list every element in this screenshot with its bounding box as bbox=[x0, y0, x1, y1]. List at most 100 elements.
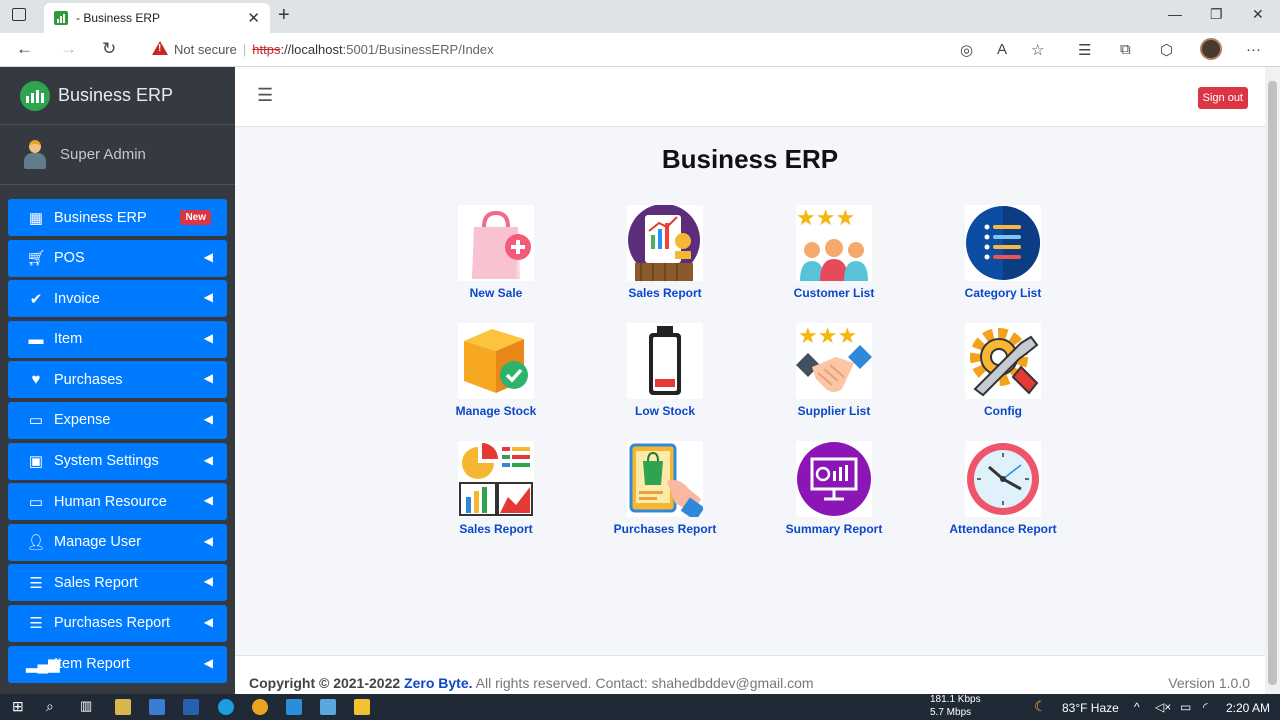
weather-text[interactable]: 83°F Haze bbox=[1062, 701, 1119, 715]
back-icon[interactable]: ← bbox=[16, 39, 33, 59]
sidebar-item-invoice[interactable]: ✔ Invoice ◀ bbox=[8, 280, 227, 318]
sidebar-item-label: System Settings bbox=[54, 453, 159, 470]
app-icon[interactable] bbox=[149, 699, 165, 715]
brand-link[interactable]: Business ERP bbox=[0, 67, 235, 125]
page-scrollbar[interactable] bbox=[1265, 67, 1280, 694]
forward-icon[interactable]: → bbox=[60, 39, 77, 59]
item-icon: ▬ bbox=[28, 330, 44, 348]
sidebar-item-label: Item bbox=[54, 331, 83, 348]
tile-customer-list[interactable]: ★★★ Customer List bbox=[759, 205, 909, 300]
tile-low-stock[interactable]: Low Stock bbox=[590, 323, 740, 418]
wifi-icon[interactable]: ◜ bbox=[1203, 700, 1208, 714]
page-title: Business ERP bbox=[661, 144, 839, 174]
minimize-icon[interactable]: — bbox=[1168, 6, 1182, 22]
favicon-icon bbox=[54, 11, 68, 25]
profile-avatar[interactable] bbox=[1200, 38, 1222, 60]
search-icon[interactable]: ⌕ bbox=[46, 698, 54, 715]
window-close-icon[interactable]: ✕ bbox=[1252, 6, 1264, 23]
tile-category-list[interactable]: Category List bbox=[928, 205, 1078, 300]
sidebar-item-manage-user[interactable]: 👤︎ Manage User ◀ bbox=[8, 523, 227, 561]
tile-label: Config bbox=[984, 404, 1022, 418]
vscode-icon[interactable] bbox=[286, 699, 302, 715]
tray-chevron-icon[interactable]: ^ bbox=[1134, 700, 1140, 714]
sidebar-item-system-settings[interactable]: ▣ System Settings ◀ bbox=[8, 442, 227, 480]
database-icon: ☰ bbox=[29, 615, 43, 633]
restore-icon[interactable]: ❐ bbox=[1210, 6, 1223, 23]
copyright-text: Copyright © 2021-2022 Zero Byte. All rig… bbox=[249, 675, 814, 691]
tab-title: - Business ERP bbox=[76, 11, 161, 25]
refresh-icon[interactable]: ↻ bbox=[102, 39, 116, 59]
sidebar-item-sales-report[interactable]: ☰ Sales Report ◀ bbox=[8, 564, 227, 602]
new-tab-icon[interactable]: + bbox=[278, 4, 290, 27]
sidebar-item-label: Expense bbox=[54, 412, 111, 429]
extensions-icon[interactable]: ⬡ bbox=[1160, 41, 1173, 59]
close-tab-icon[interactable]: ✕ bbox=[247, 9, 260, 27]
customers-icon: ★★★ bbox=[796, 205, 872, 281]
sidebar-item-purchases-report[interactable]: ☰ Purchases Report ◀ bbox=[8, 604, 227, 642]
edge-icon[interactable] bbox=[218, 699, 234, 715]
volume-icon[interactable]: ◁× bbox=[1155, 700, 1171, 714]
task-view-icon[interactable]: ▥ bbox=[80, 698, 92, 714]
presentation-icon bbox=[796, 441, 872, 517]
tile-summary-report[interactable]: Summary Report bbox=[759, 441, 909, 536]
heart-icon: ♥ bbox=[31, 371, 41, 389]
tab-actions-icon[interactable] bbox=[12, 8, 26, 21]
check-circle-icon: ✔ bbox=[29, 290, 43, 308]
sidebar-item-label: Human Resource bbox=[54, 493, 167, 510]
not-secure-label: Not secure bbox=[174, 42, 237, 57]
toolbox-icon: ▣ bbox=[28, 453, 44, 471]
tile-manage-stock[interactable]: Manage Stock bbox=[421, 323, 571, 418]
net-up-text: 181.1 Kbps bbox=[930, 694, 981, 705]
clock-text[interactable]: 2:20 AM bbox=[1226, 701, 1270, 715]
chrome-icon[interactable] bbox=[252, 699, 268, 715]
tile-config[interactable]: Config bbox=[928, 323, 1078, 418]
sidebar-item-human-resource[interactable]: ▭ Human Resource ◀ bbox=[8, 483, 227, 521]
location-icon[interactable]: ◎ bbox=[960, 41, 973, 59]
app-icon[interactable] bbox=[183, 699, 199, 715]
handshake-icon: ★★★ bbox=[796, 323, 872, 399]
notes-app-icon[interactable] bbox=[115, 699, 131, 715]
sidebar-item-label: POS bbox=[54, 250, 85, 267]
brand-logo-icon bbox=[20, 80, 50, 111]
browser-tab[interactable]: - Business ERP ✕ bbox=[44, 3, 270, 33]
user-panel[interactable]: Super Admin bbox=[0, 125, 235, 185]
tile-purchases-report[interactable]: Purchases Report bbox=[590, 441, 740, 536]
net-down-text: 5.7 Mbps bbox=[930, 707, 972, 718]
sidebar-item-label: Item Report bbox=[54, 656, 130, 673]
sidebar-item-label: Business ERP bbox=[54, 209, 147, 226]
file-explorer-icon[interactable] bbox=[354, 699, 370, 715]
signal-icon: ▂▄▆ bbox=[26, 656, 60, 674]
sidebar-item-pos[interactable]: 🛒︎ POS ◀ bbox=[8, 239, 227, 277]
sign-out-button[interactable]: Sign out bbox=[1197, 87, 1248, 109]
tile-new-sale[interactable]: New Sale bbox=[421, 205, 571, 300]
sidebar-item-item[interactable]: ▬ Item ◀ bbox=[8, 320, 227, 358]
more-icon[interactable]: ··· bbox=[1246, 41, 1261, 58]
monitor-icon: ▭ bbox=[28, 412, 44, 430]
list-icon bbox=[965, 205, 1041, 281]
sidebar-item-item-report[interactable]: ▂▄▆ Item Report ◀ bbox=[8, 645, 227, 683]
grid-icon: ▦ bbox=[28, 209, 44, 227]
sidebar-item-expense[interactable]: ▭ Expense ◀ bbox=[8, 401, 227, 439]
weather-icon: ☾ bbox=[1034, 698, 1047, 714]
favorite-add-icon[interactable]: ☆ bbox=[1031, 41, 1044, 59]
tile-sales-report-2[interactable]: Sales Report bbox=[421, 441, 571, 536]
tile-sales-report[interactable]: Sales Report bbox=[590, 205, 740, 300]
favorites-icon[interactable]: ☰ bbox=[1078, 41, 1091, 59]
tablet-bag-icon bbox=[627, 441, 703, 517]
chevron-left-icon: ◀ bbox=[203, 533, 213, 548]
company-link[interactable]: Zero Byte. bbox=[404, 675, 472, 691]
app-icon[interactable] bbox=[320, 699, 336, 715]
sidebar-item-business-erp[interactable]: ▦ Business ERP New bbox=[8, 199, 227, 236]
collections-icon[interactable]: ⧉ bbox=[1120, 41, 1131, 58]
windows-start-icon[interactable]: ⊞ bbox=[12, 698, 24, 715]
url-field[interactable]: Not secure | https://localhost:5001/Busine… bbox=[174, 42, 494, 57]
tile-supplier-list[interactable]: ★★★ Supplier List bbox=[759, 323, 909, 418]
read-aloud-icon[interactable]: A bbox=[997, 41, 1007, 58]
chevron-left-icon: ◀ bbox=[203, 411, 213, 426]
tile-attendance-report[interactable]: Attendance Report bbox=[928, 441, 1078, 536]
tile-label: Summary Report bbox=[785, 522, 883, 536]
hamburger-menu-icon[interactable]: ☰ bbox=[257, 85, 273, 106]
battery-icon[interactable]: ▭ bbox=[1180, 700, 1191, 714]
chevron-left-icon: ◀ bbox=[203, 614, 213, 629]
sidebar-item-purchases[interactable]: ♥ Purchases ◀ bbox=[8, 361, 227, 399]
